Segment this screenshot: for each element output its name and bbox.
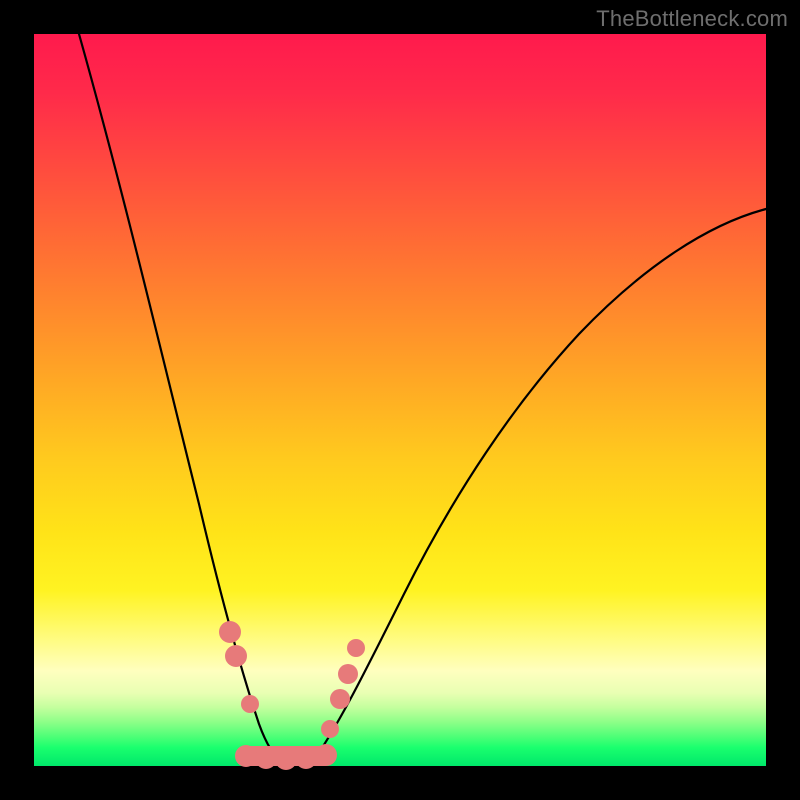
marker-bead [255,747,277,769]
marker-bead [315,744,337,766]
watermark-text: TheBottleneck.com [596,6,788,32]
marker-bead [241,695,259,713]
marker-bead [330,689,350,709]
marker-bead [321,720,339,738]
marker-bead [235,745,257,767]
curve-left-branch [79,34,286,765]
marker-bead [338,664,358,684]
marker-bead [225,645,247,667]
curve-right-branch [310,209,766,765]
bottleneck-curve [34,34,766,766]
marker-bead [275,748,297,770]
outer-frame: TheBottleneck.com [0,0,800,800]
plot-area [34,34,766,766]
marker-bead [295,747,317,769]
marker-bead [347,639,365,657]
marker-bead [219,621,241,643]
